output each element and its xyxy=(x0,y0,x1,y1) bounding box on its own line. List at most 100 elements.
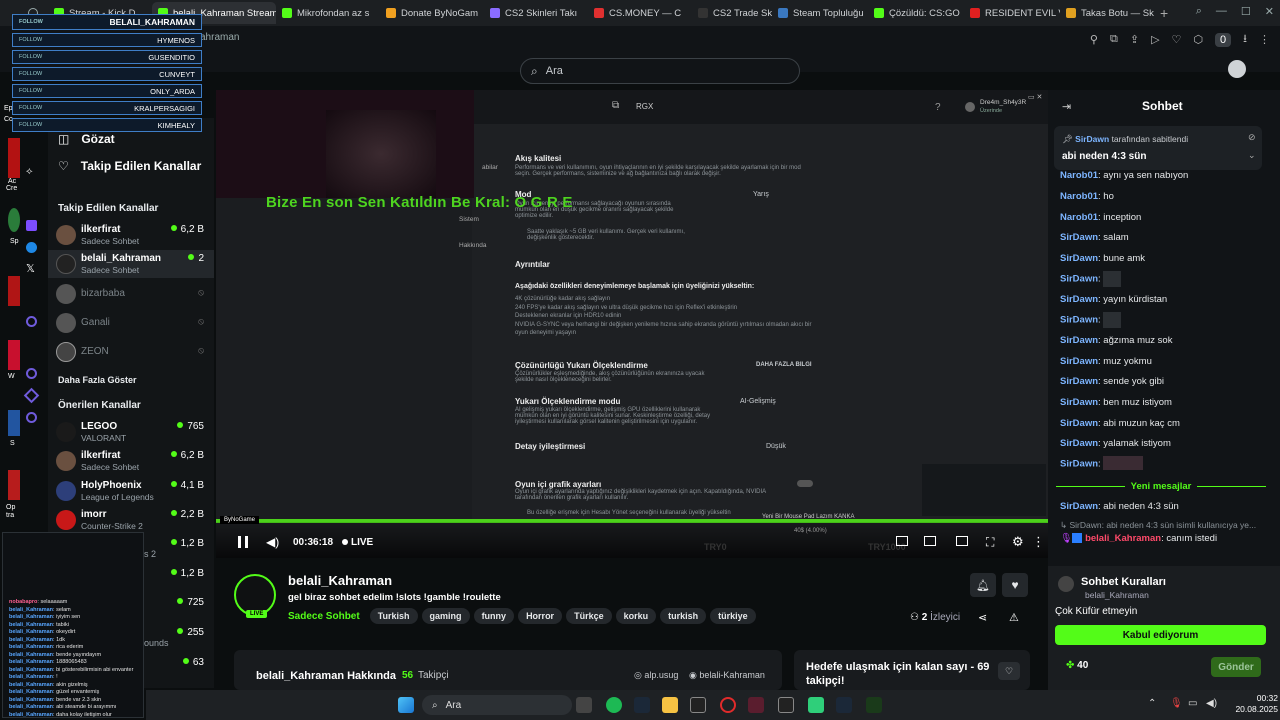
tag-chip[interactable]: Turkish xyxy=(369,608,418,624)
share-icon[interactable]: ⋖ xyxy=(978,611,987,624)
heart-icon[interactable]: ♡ xyxy=(1172,33,1182,46)
taskbar-search[interactable]: ⌕ Ara xyxy=(422,695,572,715)
video-player[interactable]: ⧉ RGX ? Dre4m_Sh4y3R Üzerinde ▭ ✕ abilar… xyxy=(216,90,1048,558)
tag-chip[interactable]: Horror xyxy=(518,608,563,624)
followed-channel[interactable]: bizarbaba ⦸ xyxy=(48,280,214,308)
chat-username[interactable]: SirDawn xyxy=(1060,315,1098,326)
discord-icon[interactable] xyxy=(808,697,824,713)
report-icon[interactable]: ⚠ xyxy=(1009,611,1019,624)
kick-link[interactable]: ◉ belali-Kahraman xyxy=(689,670,765,681)
steam-icon[interactable] xyxy=(634,697,650,713)
follow-heart-button[interactable]: ♥ xyxy=(1002,573,1028,597)
tag-chip[interactable]: türkiye xyxy=(710,608,756,624)
nav-following[interactable]: ♡ Takip Edilen Kanallar xyxy=(58,159,201,173)
chat-username[interactable]: Narob01 xyxy=(1060,191,1098,202)
followed-channel[interactable]: Ganali ⦸ xyxy=(48,309,214,337)
extensions-icon[interactable]: ⬡ xyxy=(1193,33,1203,46)
windows-start-icon[interactable] xyxy=(398,697,414,713)
tag-chip[interactable]: gaming xyxy=(421,608,470,624)
notification-bell-button[interactable]: 🔔︎ xyxy=(970,573,996,597)
points-display[interactable]: ✤ 40 xyxy=(1066,660,1088,671)
tray-chevron-icon[interactable]: ⌃ xyxy=(1148,698,1156,709)
browser-tab[interactable]: Çözüldü: CS:GO xyxy=(868,2,964,24)
browser-tab[interactable]: Steam Topluluğu xyxy=(772,2,868,24)
more-icon[interactable]: ⋮ xyxy=(1259,33,1270,46)
desktop-app-icon[interactable] xyxy=(8,138,20,178)
minimize-icon[interactable]: — xyxy=(1216,5,1227,18)
new-tab-button[interactable]: + xyxy=(1160,5,1168,21)
followed-channel[interactable]: ZEON ⦸ xyxy=(48,338,214,366)
accept-rules-button[interactable]: Kabul ediyorum xyxy=(1055,625,1266,645)
app-icon[interactable] xyxy=(26,316,37,327)
streamer-avatar[interactable]: LIVE xyxy=(234,574,276,618)
streamer-name[interactable]: belali_Kahraman xyxy=(288,573,392,588)
messenger-icon[interactable] xyxy=(26,242,37,253)
tag-chip[interactable]: turkish xyxy=(660,608,707,624)
epic-games-icon[interactable] xyxy=(690,697,706,713)
chat-username[interactable]: SirDawn xyxy=(1060,418,1098,429)
clock[interactable]: 00:32 20.08.2025 xyxy=(1228,693,1278,715)
browser-tab[interactable]: CS.MONEY — C xyxy=(588,2,692,24)
desktop-app-icon[interactable] xyxy=(8,470,20,500)
close-icon[interactable]: ✕ xyxy=(1265,5,1274,18)
send-button[interactable]: Gönder xyxy=(1211,657,1261,677)
browser-tab[interactable]: Donate ByNoGam xyxy=(380,2,484,24)
more-icon[interactable]: ⋮ xyxy=(1032,534,1045,550)
browser-tab[interactable]: Mikrofondan az s xyxy=(276,2,380,24)
chat-username[interactable]: SirDawn xyxy=(1060,274,1098,285)
instagram-link[interactable]: ◎ alp.usug xyxy=(634,670,678,681)
cinema-icon[interactable] xyxy=(956,536,968,546)
network-icon[interactable]: ▭ xyxy=(1188,698,1197,709)
goal-heart-button[interactable]: ♡ xyxy=(998,662,1020,680)
browser-tab[interactable]: CS2 Trade Skins xyxy=(692,2,772,24)
chat-username[interactable]: SirDawn xyxy=(1060,438,1098,449)
play-icon[interactable]: ▷ xyxy=(1151,33,1159,46)
chat-username[interactable]: SirDawn xyxy=(1060,294,1098,305)
chat-username[interactable]: SirDawn xyxy=(1060,356,1098,367)
nav-browse[interactable]: ◫ Gözat xyxy=(58,132,115,146)
chat-username[interactable]: SirDawn xyxy=(1060,397,1098,408)
chat-username[interactable]: SirDawn xyxy=(1060,459,1098,470)
chat-username[interactable]: SirDawn xyxy=(1060,253,1098,264)
cube-icon[interactable] xyxy=(23,387,40,404)
show-more-link[interactable]: Daha Fazla Göster xyxy=(48,375,147,385)
nvidia-app-icon[interactable] xyxy=(866,697,882,713)
task-view-icon[interactable] xyxy=(576,697,592,713)
extension-badge[interactable]: 0 xyxy=(1215,32,1232,47)
chat-username[interactable]: Narob01 xyxy=(1060,170,1098,181)
collapse-chat-icon[interactable]: ⇥ xyxy=(1062,100,1071,113)
chat-username[interactable]: SirDawn xyxy=(1060,501,1098,512)
browser-tab[interactable]: Takas Botu — Sk xyxy=(1060,2,1156,24)
search-input[interactable]: ⌕ Ara xyxy=(520,58,800,84)
desktop-app-icon[interactable] xyxy=(8,410,20,436)
desktop-app-icon[interactable] xyxy=(8,276,20,306)
chat-username[interactable]: SirDawn xyxy=(1060,376,1098,387)
spotify-icon[interactable] xyxy=(606,697,622,713)
chevron-down-icon[interactable]: ⌄ xyxy=(1248,150,1256,161)
file-explorer-icon[interactable] xyxy=(662,697,678,713)
app-icon[interactable] xyxy=(748,697,764,713)
tag-chip[interactable]: funny xyxy=(473,608,515,624)
pin-icon[interactable]: ⚲ xyxy=(1090,33,1098,46)
recommended-channel[interactable]: HolyPhoenix League of Legends 4,1 B xyxy=(48,477,214,505)
pause-button[interactable] xyxy=(238,536,248,548)
download-icon[interactable]: ⭳ xyxy=(1243,30,1247,49)
history-icon[interactable] xyxy=(26,368,37,379)
maximize-icon[interactable]: ☐ xyxy=(1241,5,1251,18)
chat-username[interactable]: SirDawn xyxy=(1060,232,1098,243)
tag-chip[interactable]: Türkçe xyxy=(566,608,612,624)
recommended-channel[interactable]: LEGOO VALORANT 765 xyxy=(48,418,214,446)
browser-tab[interactable]: CS2 Skinleri Takı xyxy=(484,2,588,24)
desktop-app-icon[interactable] xyxy=(8,340,20,370)
followed-channel[interactable]: ilkerfirat Sadece Sohbet 6,2 B xyxy=(48,221,214,249)
kick-rail-icon[interactable]: ⟡ xyxy=(26,166,33,177)
tag-chip[interactable]: korku xyxy=(615,608,657,624)
desktop-app-icon[interactable] xyxy=(8,208,20,232)
category-link[interactable]: Sadece Sohbet xyxy=(288,611,360,622)
screenshot-icon[interactable]: ⧉ xyxy=(1110,33,1118,46)
fullscreen-icon[interactable]: ⛶ xyxy=(986,535,994,550)
followed-channel-active[interactable]: belali_Kahraman Sadece Sohbet 2 xyxy=(48,250,214,278)
settings-icon[interactable] xyxy=(26,412,37,423)
mic-icon[interactable]: 🎙︎ xyxy=(1170,698,1183,709)
recommended-channel[interactable]: ilkerfirat Sadece Sohbet 6,2 B xyxy=(48,447,214,475)
